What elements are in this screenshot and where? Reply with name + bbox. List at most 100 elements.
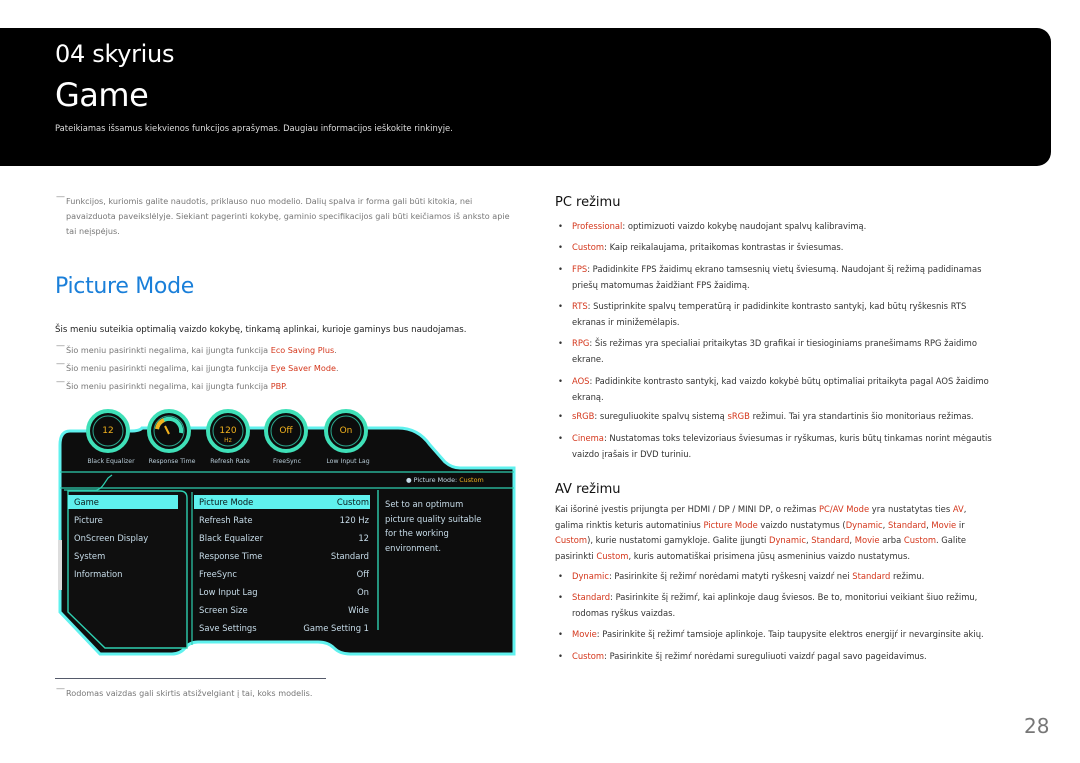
term-standard[interactable]: Standard (572, 592, 610, 602)
bullet-icon: • (558, 221, 563, 231)
term-cinema[interactable]: Cinema (572, 433, 604, 443)
bullet-text: Standard: Pasirinkite šį režimŕ, kai apl… (558, 590, 1028, 621)
term-link[interactable]: Custom (904, 535, 936, 545)
osd-setting-value: Custom (336, 497, 369, 507)
text: : optimizuoti vaizdo kokybę naudojant sp… (622, 221, 867, 231)
text: rodomas ryškus vaizdas. (572, 607, 676, 618)
bullet-icon: • (558, 338, 563, 348)
bullet-icon: • (558, 651, 563, 661)
text: : Sustiprinkite spalvų temperatūrą ir pa… (587, 301, 967, 311)
bullet-item: • RTS: Sustiprinkite spalvų temperatūrą i… (558, 299, 1028, 330)
text: Kai išorinė įvestis prijungta per HDMI /… (555, 504, 819, 514)
bullet-text: RPG: Šis režimas yra specialiai pritaiky… (558, 336, 1028, 367)
footnote-text: Rodomas vaizdas gali skirtis atsižvelgia… (66, 688, 313, 698)
status-label: Picture Mode: (413, 476, 460, 484)
osd-category-system[interactable]: System (74, 551, 105, 561)
osd-setting-picture-mode[interactable]: Picture Mode (199, 497, 253, 507)
term-professional[interactable]: Professional (572, 221, 622, 231)
term-movie[interactable]: Movie (572, 629, 597, 639)
text: ir (956, 519, 965, 530)
text: : Pasirinkite šį režimŕ norėdami matyti … (608, 571, 853, 581)
osd-setting-response-time[interactable]: Response Time (199, 551, 262, 561)
term-link[interactable]: sRGB (727, 411, 749, 421)
term-link[interactable]: Movie (855, 535, 880, 545)
term-aos[interactable]: AOS (572, 376, 590, 386)
text: ekraną. (572, 391, 604, 402)
bullet-icon: • (558, 264, 563, 274)
term-rts[interactable]: RTS (572, 301, 588, 311)
bullet-item: • Custom: Pasirinkite šį režimŕ norėdami … (558, 649, 1028, 665)
osd-setting-value: 12 (358, 533, 369, 543)
text: vaizdo įrašais ir DVD turiniu. (572, 448, 692, 459)
bullet-text: sRGB: sureguliuokite spalvų sistemą sRGB… (558, 409, 1028, 425)
osd-setting-screen-size[interactable]: Screen Size (199, 605, 248, 615)
bullet-item: • Cinema: Nustatomas toks televizoriaus š… (558, 431, 1028, 462)
osd-setting-black-equalizer[interactable]: Black Equalizer (199, 533, 263, 543)
term-link[interactable]: Dynamic (846, 520, 883, 530)
bullet-item: • Standard: Pasirinkite šį režimŕ, kai ap… (558, 590, 1028, 621)
osd-setting-value: 120 Hz (339, 515, 369, 525)
bullet-text: Professional: optimizuoti vaizdo kokybę … (558, 219, 1028, 235)
bullet-text: Custom: Kaip reikalaujama, pritaikomas k… (558, 240, 1028, 256)
bullet-text: FPS: Padidinkite FPS žaidimų ekrano tams… (558, 262, 1028, 293)
av-mode-paragraph: Kai išorinė įvestis prijungta per HDMI /… (555, 502, 1025, 564)
note-dash: — (56, 684, 65, 694)
text: ), kurie nustatomi gamykloje. Galite įju… (587, 535, 770, 546)
osd-setting-low-input-lag[interactable]: Low Input Lag (199, 587, 258, 597)
dial-label: Black Equalizer (87, 458, 135, 465)
text: , kuris automatiškai prisimena jūsų asme… (628, 550, 911, 561)
term-dynamic[interactable]: Dynamic (572, 571, 609, 581)
av-mode-title: AV režimu (555, 482, 621, 497)
osd-setting-save-settings[interactable]: Save Settings (199, 623, 257, 633)
osd-setting-refresh-rate[interactable]: Refresh Rate (199, 515, 253, 525)
footnote-divider (55, 678, 326, 679)
bullet-text: Dynamic: Pasirinkite šį režimŕ norėdami … (558, 569, 1028, 585)
text: : Pasirinkite šį režimŕ tamsioje aplinko… (596, 629, 984, 639)
bullet-item: • AOS: Padidinkite kontrasto santykį, kad… (558, 374, 1028, 405)
term-link[interactable]: Standard (811, 535, 849, 545)
osd-setting-freesync[interactable]: FreeSync (199, 569, 237, 579)
text: režimui. Tai yra standartinis šio monito… (749, 411, 974, 421)
term-link[interactable]: Custom (596, 551, 628, 561)
osd-category-onscreen-display[interactable]: OnScreen Display (74, 533, 148, 543)
text: ekranas ir minižemėlapis. (572, 316, 680, 327)
text: pasirinkti (555, 550, 597, 561)
bullet-icon: • (558, 411, 563, 421)
text: : Pasirinkite šį režimŕ, kai aplinkoje d… (610, 592, 978, 602)
term-link[interactable]: PC/AV Mode (819, 504, 869, 514)
text: : Pasirinkite šį režimŕ norėdami suregul… (604, 651, 927, 661)
bullet-item: • Dynamic: Pasirinkite šį režimŕ norėdami… (558, 569, 1028, 585)
term-link[interactable]: AV (953, 504, 964, 514)
bullet-icon: • (558, 571, 563, 581)
osd-category-game[interactable]: Game (74, 497, 99, 507)
term-link[interactable]: Dynamic (769, 535, 806, 545)
status-bullet-icon: ● (406, 476, 414, 484)
pc-mode-title: PC režimu (555, 195, 621, 210)
bullet-item: • sRGB: sureguliuokite spalvų sistemą sRG… (558, 409, 1028, 425)
osd-category-picture[interactable]: Picture (74, 515, 103, 525)
text: režimu. (890, 571, 925, 581)
bullet-item: • Movie: Pasirinkite šį režimŕ tamsioje a… (558, 627, 1028, 643)
term-custom[interactable]: Custom (572, 242, 604, 252)
bullet-text: AOS: Padidinkite kontrasto santykį, kad … (558, 374, 1028, 405)
text: , (963, 504, 967, 514)
term-link[interactable]: Standard (852, 571, 890, 581)
text: : Padidinkite FPS žaidimų ekrano tamsesn… (587, 264, 982, 274)
term-link[interactable]: Picture Mode (703, 520, 757, 530)
osd-category-information[interactable]: Information (74, 569, 122, 579)
bullet-icon: • (558, 433, 563, 443)
osd-description: Set to an optimum picture quality suitab… (385, 497, 481, 555)
term-link[interactable]: Standard (888, 520, 926, 530)
description-line: environment. (385, 542, 441, 553)
bullet-icon: • (558, 592, 563, 602)
term-link[interactable]: Movie (931, 520, 956, 530)
dial-low-input-lag-value: On (339, 426, 353, 436)
term-fps[interactable]: FPS (572, 264, 587, 274)
bullet-item: • Custom: Kaip reikalaujama, pritaikomas … (558, 240, 1028, 256)
term-custom[interactable]: Custom (572, 651, 604, 661)
term-link[interactable]: Custom (555, 535, 587, 545)
term-rpg[interactable]: RPG (572, 338, 589, 348)
dial-black-equalizer-value: 12 (102, 426, 114, 436)
term-srgb[interactable]: sRGB (572, 411, 594, 421)
text: : Kaip reikalaujama, pritaikomas kontras… (604, 242, 844, 252)
